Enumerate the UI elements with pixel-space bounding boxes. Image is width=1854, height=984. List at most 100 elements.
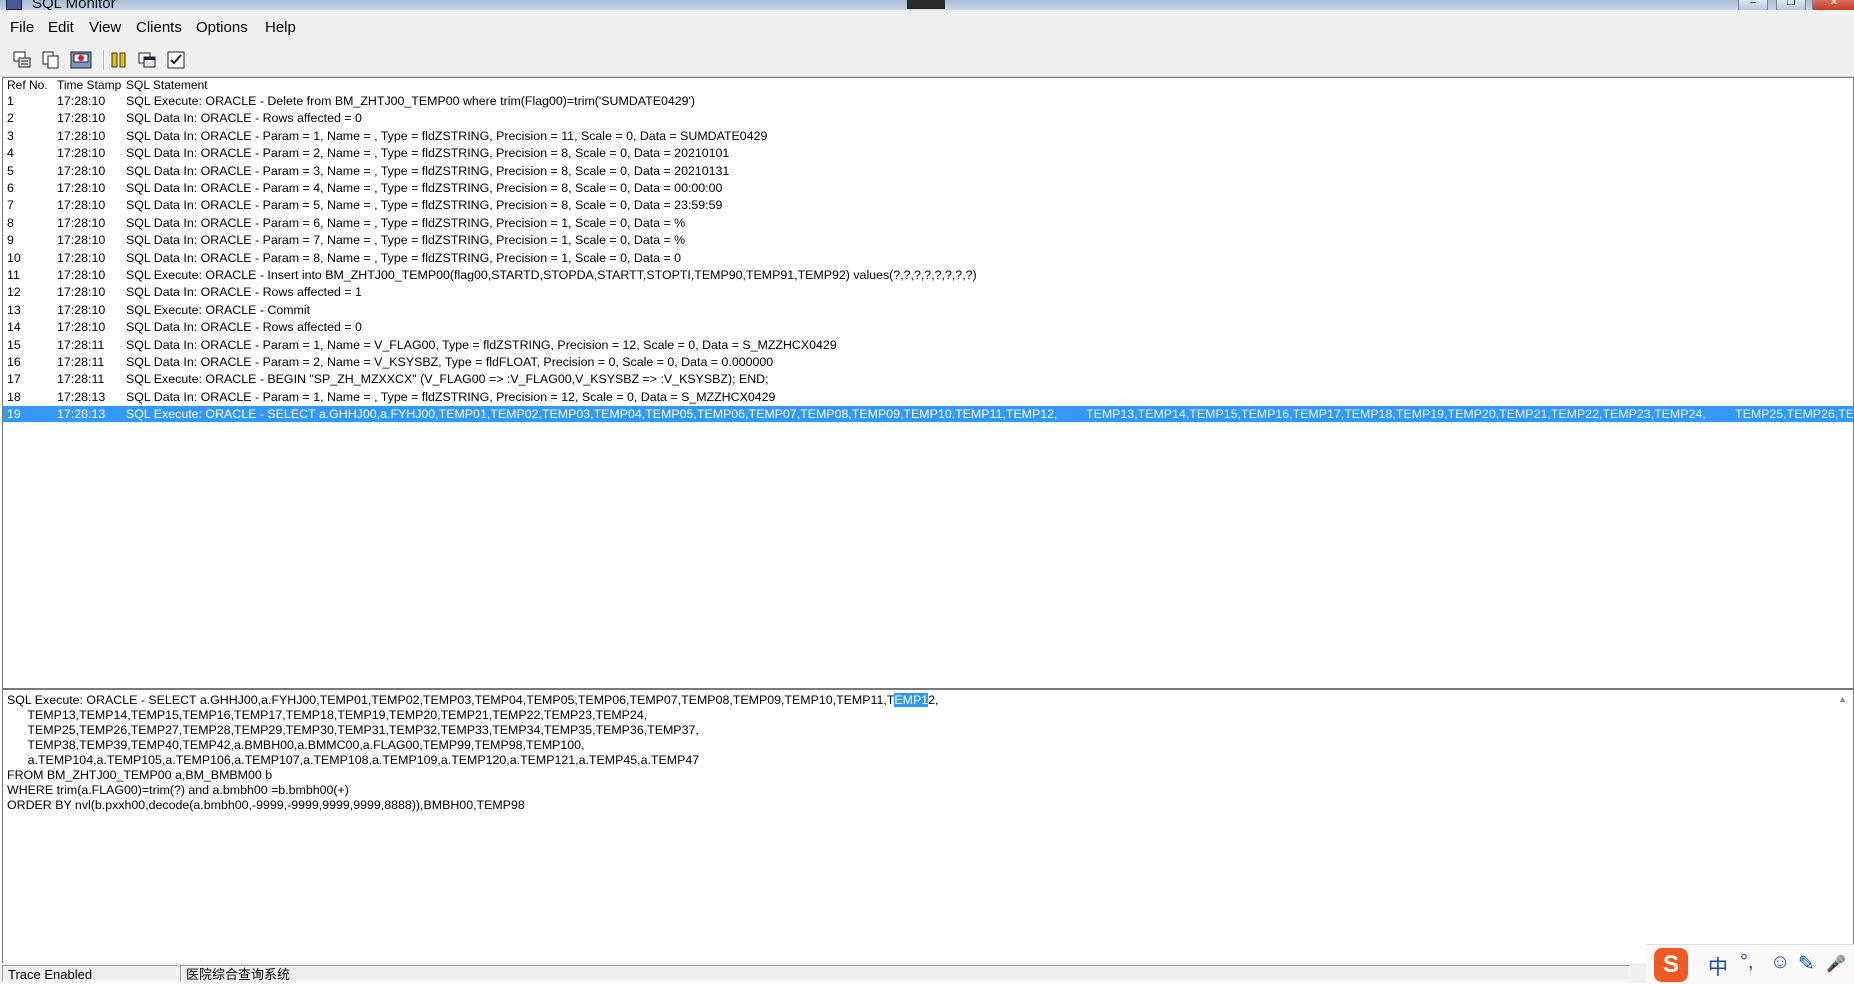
menu-bar: File Edit View Clients Options Help [0, 10, 1854, 36]
row-sql-statement: SQL Data In: ORACLE - Rows affected = 0 [126, 320, 362, 335]
ime-toolbar: S 中 °, ☺ ✎ 🎤 [1646, 944, 1854, 984]
restore-button[interactable]: ❐ [1776, 0, 1806, 10]
detail-line: a.TEMP104,a.TEMP105,a.TEMP106,a.TEMP107,… [7, 753, 700, 767]
row-time-stamp: 17:28:10 [57, 111, 106, 126]
row-time-stamp: 17:28:13 [57, 389, 106, 404]
row-ref-no: 9 [7, 233, 14, 248]
ime-chinese-mode-icon[interactable]: 中 [1708, 951, 1728, 980]
detail-line: TEMP13,TEMP14,TEMP15,TEMP16,TEMP17,TEMP1… [7, 708, 648, 722]
sql-log-grid[interactable]: Ref No. Time Stamp SQL Statement 1 17:28:… [2, 77, 1854, 689]
row-ref-no: 1 [7, 94, 14, 108]
row-ref-no: 15 [7, 337, 21, 352]
row-time-stamp: 17:28:10 [57, 163, 106, 178]
table-row[interactable]: 17 17:28:11 SQL Execute: ORACLE - BEGIN "S… [3, 371, 1853, 387]
table-row[interactable]: 4 17:28:10 SQL Data In: ORACLE - Param = 2… [3, 145, 1853, 161]
table-row[interactable]: 18 17:28:13 SQL Data In: ORACLE - Param = … [3, 389, 1853, 405]
row-ref-no: 2 [7, 111, 14, 126]
copy-icon[interactable] [40, 49, 62, 71]
row-sql-statement: SQL Data In: ORACLE - Param = 1, Name = … [126, 337, 837, 352]
row-time-stamp: 17:28:10 [57, 302, 106, 317]
table-row[interactable]: 15 17:28:11 SQL Data In: ORACLE - Param = … [3, 337, 1853, 353]
table-row[interactable]: 7 17:28:10 SQL Data In: ORACLE - Param = 5… [3, 197, 1853, 213]
table-row[interactable]: 1 17:28:10 SQL Execute: ORACLE - Delete fr… [3, 93, 1853, 109]
row-ref-no: 14 [7, 320, 21, 335]
row-time-stamp: 17:28:11 [57, 372, 105, 387]
row-ref-no: 19 [7, 407, 21, 422]
detail-line: ORDER BY nvl(b.pxxh00,decode(a.bmbh00,-9… [7, 798, 525, 812]
table-row[interactable]: 3 17:28:10 SQL Data In: ORACLE - Param = 1… [3, 128, 1853, 144]
detail-line: WHERE trim(a.FLAG00)=trim(?) and a.bmbh0… [7, 783, 349, 797]
row-sql-statement: SQL Data In: ORACLE - Param = 1, Name = … [126, 389, 776, 404]
row-sql-statement-cont: TEMP25,TEMP26,TE [1735, 407, 1854, 422]
column-sql-statement[interactable]: SQL Statement [126, 78, 208, 93]
app-icon [6, 0, 22, 10]
pause-icon[interactable] [108, 49, 130, 71]
clear-log-icon[interactable] [11, 49, 33, 71]
ime-handwriting-icon[interactable]: ✎ [1798, 951, 1815, 976]
menu-clients[interactable]: Clients [136, 19, 182, 37]
detail-line: TEMP38,TEMP39,TEMP40,TEMP42,a.BMBH00,a.B… [7, 738, 585, 752]
table-row[interactable]: 8 17:28:10 SQL Data In: ORACLE - Param = 6… [3, 215, 1853, 231]
table-row[interactable]: 19 17:28:13 SQL Execute: ORACLE - SELECT a… [3, 406, 1854, 423]
row-sql-statement: SQL Execute: ORACLE - Insert into BM_ZHT… [126, 268, 977, 282]
row-time-stamp: 17:28:10 [57, 198, 106, 213]
minimize-button[interactable]: – [1738, 0, 1768, 10]
row-sql-statement: SQL Data In: ORACLE - Rows affected = 1 [126, 285, 362, 300]
table-row[interactable]: 10 17:28:10 SQL Data In: ORACLE - Param = … [3, 250, 1853, 266]
row-sql-statement: SQL Data In: ORACLE - Param = 2, Name = … [126, 146, 730, 161]
row-time-stamp: 17:28:10 [57, 320, 106, 335]
sogou-logo-icon[interactable]: S [1654, 948, 1688, 982]
table-row[interactable]: 5 17:28:10 SQL Data In: ORACLE - Param = 3… [3, 163, 1853, 179]
row-sql-statement: SQL Data In: ORACLE - Param = 8, Name = … [126, 250, 682, 265]
row-ref-no: 13 [7, 302, 21, 317]
table-row[interactable]: 6 17:28:10 SQL Data In: ORACLE - Param = 4… [3, 180, 1853, 196]
status-bar: Trace Enabled 医院综合查询系统 [0, 963, 1854, 983]
table-row[interactable]: 16 17:28:11 SQL Data In: ORACLE - Param = … [3, 354, 1853, 370]
trace-status: Trace Enabled [2, 965, 178, 982]
client-status: 医院综合查询系统 [180, 965, 1630, 982]
row-time-stamp: 17:28:10 [57, 181, 106, 195]
row-sql-statement: SQL Data In: ORACLE - Param = 5, Name = … [126, 198, 723, 213]
table-row[interactable]: 12 17:28:10 SQL Data In: ORACLE - Rows aff… [3, 284, 1853, 300]
close-button[interactable]: ✕ [1812, 0, 1854, 10]
toolbar [0, 36, 1854, 77]
grid-header: Ref No. Time Stamp SQL Statement [3, 78, 1853, 93]
ime-emoji-icon[interactable]: ☺ [1770, 951, 1790, 974]
row-sql-statement: SQL Execute: ORACLE - Delete from BM_ZHT… [126, 94, 696, 108]
ime-punctuation-icon[interactable]: °, [1740, 951, 1754, 974]
row-time-stamp: 17:28:10 [57, 233, 106, 248]
row-sql-statement: SQL Data In: ORACLE - Param = 6, Name = … [126, 215, 686, 230]
checklist-icon[interactable] [165, 49, 187, 71]
row-sql-statement: SQL Data In: ORACLE - Param = 4, Name = … [126, 181, 723, 195]
column-ref-no[interactable]: Ref No. [7, 78, 48, 93]
table-row[interactable]: 9 17:28:10 SQL Data In: ORACLE - Param = 7… [3, 232, 1853, 248]
row-sql-statement-cont: TEMP13,TEMP14,TEMP15,TEMP16,TEMP17,TEMP1… [1086, 407, 1706, 422]
menu-options[interactable]: Options [196, 19, 248, 37]
sql-detail-pane[interactable]: SQL Execute: ORACLE - SELECT a.GHHJ00,a.… [2, 689, 1854, 964]
selected-text[interactable]: EMP1 [894, 693, 929, 707]
row-sql-statement: SQL Execute: ORACLE - SELECT a.GHHJ00,a.… [126, 407, 1058, 422]
row-time-stamp: 17:28:10 [57, 94, 106, 108]
row-time-stamp: 17:28:11 [57, 337, 105, 352]
menu-file[interactable]: File [10, 19, 34, 37]
table-row[interactable]: 2 17:28:10 SQL Data In: ORACLE - Rows affe… [3, 110, 1853, 126]
table-row[interactable]: 11 17:28:10 SQL Execute: ORACLE - Insert i… [3, 267, 1853, 283]
window-title: SQL Monitor [32, 0, 116, 10]
title-notch [907, 0, 945, 9]
row-ref-no: 11 [7, 268, 20, 282]
row-sql-statement: SQL Data In: ORACLE - Param = 7, Name = … [126, 233, 686, 248]
save-icon[interactable] [70, 49, 92, 71]
table-row[interactable]: 14 17:28:10 SQL Data In: ORACLE - Rows aff… [3, 319, 1853, 335]
row-sql-statement: SQL Data In: ORACLE - Rows affected = 0 [126, 111, 362, 126]
row-time-stamp: 17:28:10 [57, 268, 106, 282]
ime-microphone-icon[interactable]: 🎤 [1826, 954, 1846, 974]
column-time-stamp[interactable]: Time Stamp [57, 78, 121, 93]
table-row[interactable]: 13 17:28:10 SQL Execute: ORACLE - Commit [3, 302, 1853, 318]
row-time-stamp: 17:28:10 [57, 285, 106, 300]
row-time-stamp: 17:28:10 [57, 215, 106, 230]
menu-help[interactable]: Help [265, 19, 296, 37]
menu-view[interactable]: View [89, 19, 121, 37]
scroll-up-arrow-icon[interactable]: ▲ [1838, 694, 1847, 704]
menu-edit[interactable]: Edit [48, 19, 74, 37]
window-icon[interactable] [136, 49, 158, 71]
